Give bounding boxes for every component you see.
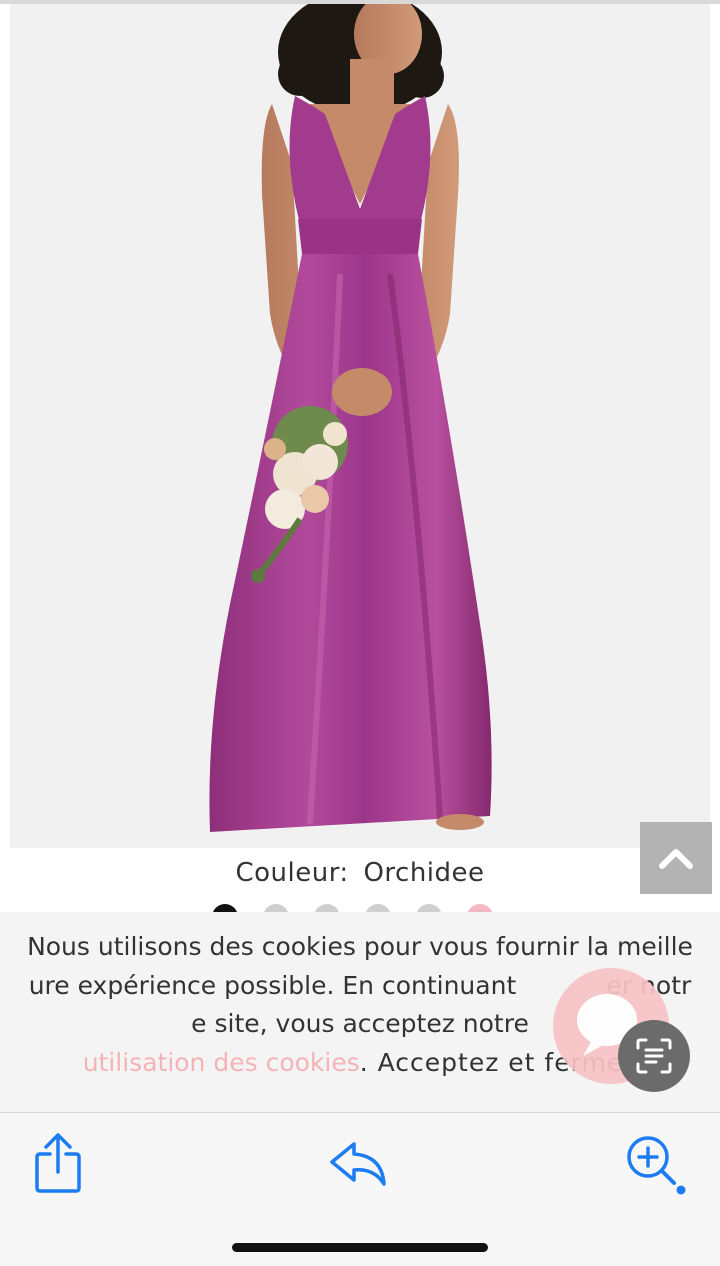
scan-text-button[interactable] <box>618 1020 690 1092</box>
reply-button[interactable] <box>326 1131 390 1195</box>
bottom-toolbar <box>0 1112 720 1266</box>
zoom-in-icon <box>627 1136 686 1195</box>
share-button[interactable] <box>26 1131 90 1195</box>
color-value: Orchidee <box>363 858 485 888</box>
color-selection: Couleur: Orchidee <box>0 858 720 888</box>
reply-icon <box>330 1142 386 1186</box>
product-photo-illustration <box>10 4 710 848</box>
color-label: Couleur: <box>235 858 349 888</box>
scan-text-icon <box>636 1038 672 1074</box>
home-indicator <box>232 1243 488 1252</box>
share-icon <box>35 1133 81 1193</box>
product-photo[interactable] <box>10 4 710 848</box>
zoom-in-button[interactable] <box>622 1131 686 1195</box>
cookie-policy-link[interactable]: utilisation des cookies <box>83 1048 360 1077</box>
